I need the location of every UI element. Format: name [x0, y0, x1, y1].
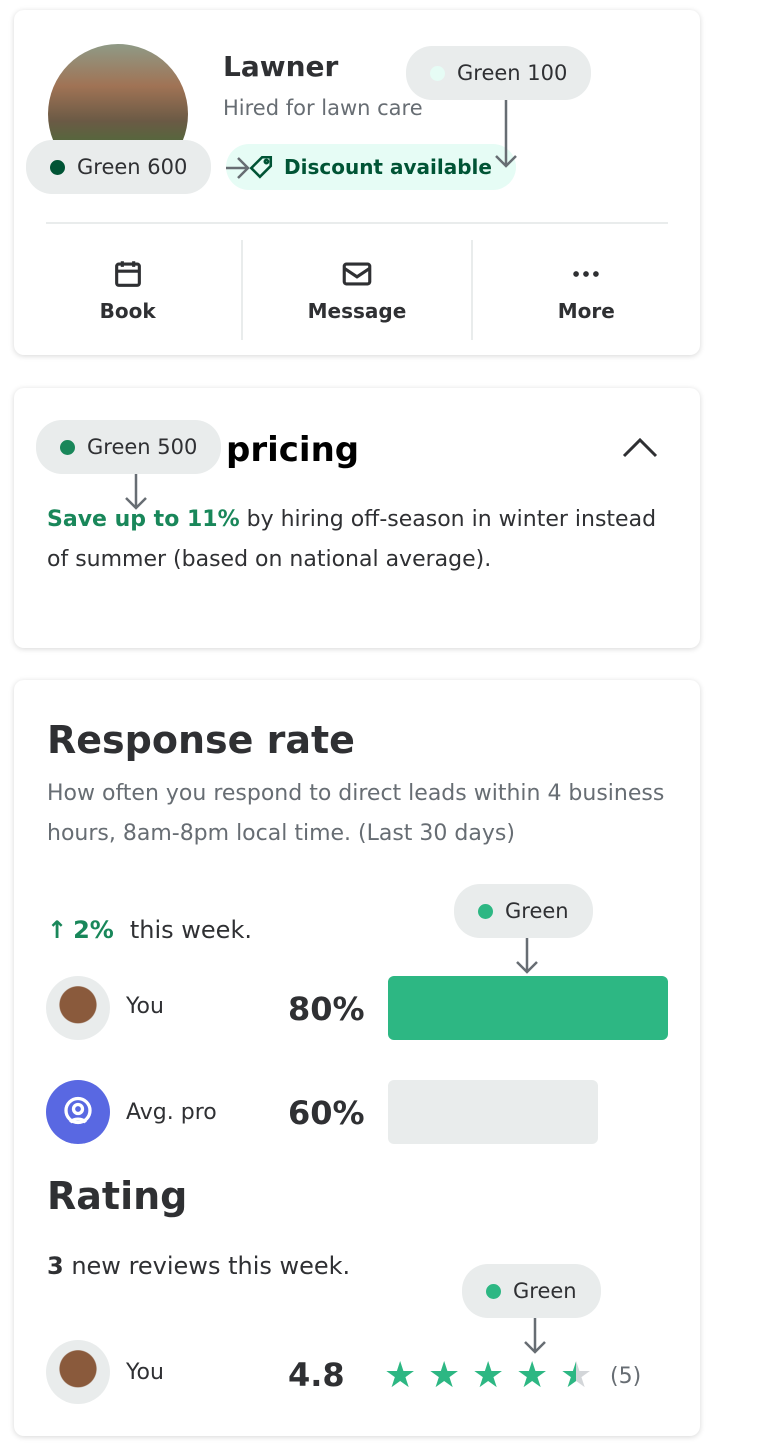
row-label: You — [126, 994, 164, 1019]
message-label: Message — [307, 299, 407, 323]
star-icon: ★ — [472, 1355, 505, 1396]
bar-avg-pro — [388, 1080, 598, 1144]
annotation-label: Green 500 — [87, 435, 198, 459]
swatch-dot — [60, 439, 75, 455]
annotation-label: Green — [505, 899, 569, 923]
star-icon: ★ — [428, 1355, 461, 1396]
row-value: 80% — [288, 990, 365, 1028]
stats-card: Response rate How often you respond to d… — [14, 680, 700, 1436]
response-title: Response rate — [47, 718, 355, 762]
discount-label: Discount available — [284, 155, 492, 179]
response-description: How often you respond to direct leads wi… — [47, 781, 665, 846]
chevron-up-icon[interactable] — [620, 434, 660, 460]
annotation-label: Green — [513, 1279, 577, 1303]
calendar-icon — [114, 261, 141, 287]
divider — [46, 222, 668, 224]
response-change: ↑ 2% this week. — [47, 916, 252, 944]
message-button[interactable]: Message — [243, 240, 473, 340]
book-button[interactable]: Book — [14, 240, 244, 340]
book-label: Book — [99, 299, 156, 323]
arrow-down-icon — [495, 100, 517, 168]
pro-subtitle: Hired for lawn care — [223, 96, 423, 120]
arrow-down-icon — [524, 1318, 546, 1354]
more-button[interactable]: More — [473, 240, 700, 340]
rating-title: Rating — [47, 1174, 188, 1218]
star-icon: ★ — [384, 1355, 417, 1396]
row-label: Avg. pro — [126, 1100, 217, 1125]
arrow-up-icon: ↑ — [47, 916, 68, 944]
arrow-right-icon — [226, 157, 250, 179]
bar-you — [388, 976, 668, 1040]
annotation-green-100: Green 100 — [406, 46, 592, 100]
mail-icon — [342, 262, 372, 286]
star-icon: ★ — [516, 1355, 549, 1396]
rating-summary: 3 new reviews this week. — [47, 1252, 350, 1280]
rating-label: You — [126, 1360, 164, 1385]
change-suffix: this week. — [129, 916, 252, 944]
annotation-green-stars: Green — [462, 1264, 601, 1318]
more-dots-icon — [573, 271, 600, 277]
review-total: (5) — [610, 1364, 642, 1389]
star-icon: ★ — [560, 1355, 593, 1396]
swatch-dot — [478, 903, 493, 919]
annotation-green-bar: Green — [454, 884, 593, 938]
annotation-green-500: Green 500 — [36, 420, 222, 474]
annotation-label: Green 100 — [457, 61, 568, 85]
star-rating: ★ ★ ★ ★ ★ — [384, 1358, 614, 1398]
discount-badge: Discount available — [226, 144, 516, 190]
swatch-dot — [486, 1283, 501, 1299]
arrow-down-icon — [516, 938, 538, 974]
swatch-dot — [50, 159, 65, 175]
avatar-you — [46, 1340, 110, 1404]
review-count: 3 — [47, 1252, 64, 1280]
pro-name: Lawner — [223, 50, 339, 83]
swatch-dot — [430, 65, 445, 81]
pricing-title: pricing — [226, 430, 360, 470]
rating-value: 4.8 — [288, 1356, 345, 1394]
row-value: 60% — [288, 1094, 365, 1132]
avatar-avg-pro — [46, 1080, 110, 1144]
arrow-down-icon — [125, 474, 147, 510]
annotation-label: Green 600 — [77, 155, 188, 179]
pro-icon — [64, 1096, 92, 1125]
change-value: 2% — [73, 916, 114, 944]
more-label: More — [557, 299, 615, 323]
review-suffix: new reviews this week. — [63, 1252, 351, 1280]
annotation-green-600: Green 600 — [26, 140, 212, 194]
avatar-you — [46, 976, 110, 1040]
action-bar: Book Message More — [14, 240, 700, 340]
